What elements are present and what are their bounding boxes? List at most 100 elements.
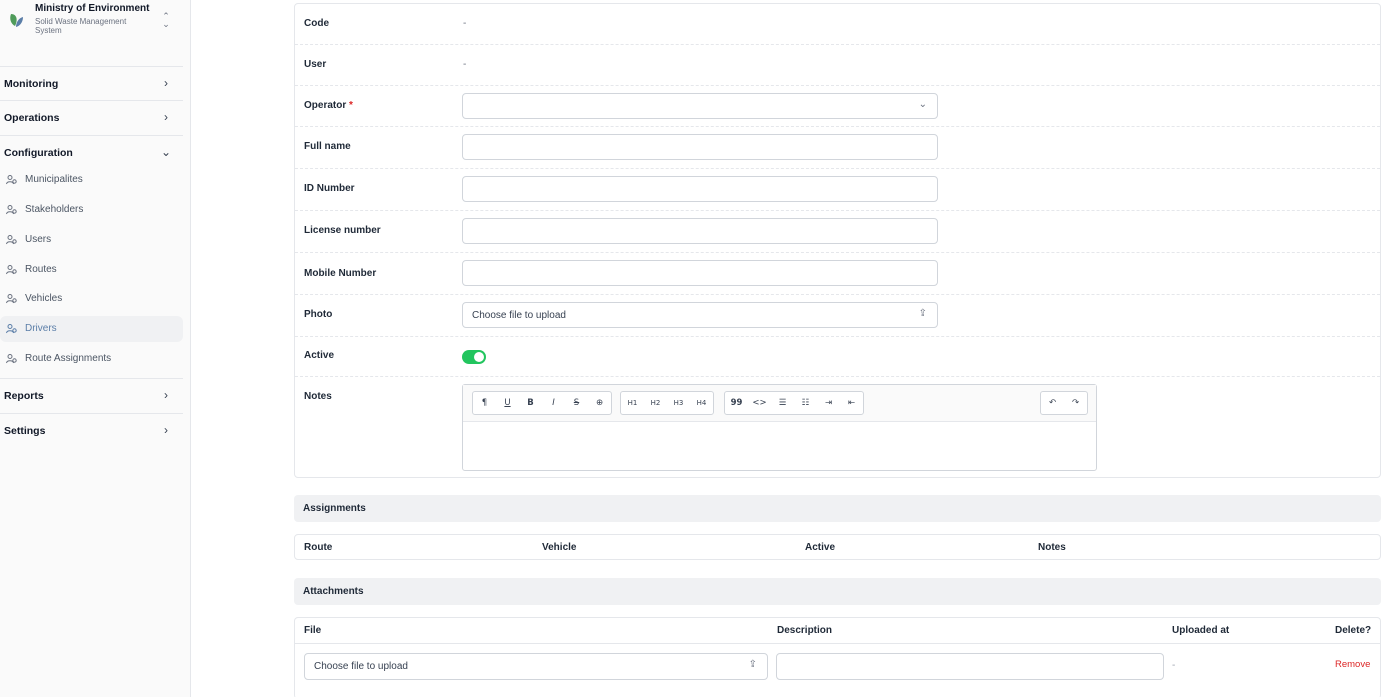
license-number-field[interactable] — [462, 218, 938, 244]
nav-group-configuration[interactable]: Configuration ⌄ — [0, 142, 183, 164]
sidebar-item-route-assignments[interactable]: Route Assignments — [0, 346, 183, 372]
attachment-description-field[interactable] — [776, 653, 1164, 680]
brand-subtitle: Solid Waste Management System — [35, 17, 127, 35]
sidebar-item-label: Users — [25, 234, 52, 245]
code-label: Code — [304, 18, 329, 29]
link-icon[interactable]: ⊕ — [588, 392, 611, 414]
active-toggle[interactable] — [462, 350, 486, 364]
code-icon[interactable]: <> — [748, 392, 771, 414]
id-number-label: ID Number — [304, 183, 355, 194]
people-icon — [6, 354, 17, 364]
assignments-header: Assignments — [294, 495, 1381, 522]
attachments-table: File Description Uploaded at Delete? Cho… — [294, 617, 1381, 697]
notes-label: Notes — [304, 391, 332, 402]
column-header-file: File — [304, 625, 322, 636]
form-row-photo: Photo Choose file to upload ⇪ — [295, 295, 1380, 337]
toggle-knob — [474, 352, 484, 362]
attachment-file-upload[interactable]: Choose file to upload ⇪ — [304, 653, 768, 680]
divider — [0, 66, 183, 67]
quote-icon[interactable]: 99 — [725, 392, 748, 414]
id-number-field[interactable] — [462, 176, 938, 202]
column-header-active: Active — [805, 542, 836, 553]
license-number-label: License number — [304, 225, 381, 236]
people-icon — [6, 265, 17, 275]
heading-3-icon[interactable]: H3 — [667, 392, 690, 414]
chevron-right-icon: › — [164, 423, 168, 437]
operator-label: Operator * — [304, 100, 353, 111]
form-row-user: User - — [295, 45, 1380, 86]
attachment-uploaded-at: - — [1172, 660, 1176, 671]
sidebar-item-routes[interactable]: Routes — [0, 257, 183, 283]
sidebar-item-label: Vehicles — [25, 293, 63, 304]
mobile-number-field[interactable] — [462, 260, 938, 286]
sidebar-item-label: Route Assignments — [25, 353, 112, 364]
toolbar-group-history: ↶ ↷ — [1040, 391, 1088, 415]
sidebar-item-vehicles[interactable]: Vehicles — [0, 286, 183, 312]
notes-editor-content[interactable] — [463, 422, 1096, 470]
operator-label-text: Operator — [304, 100, 347, 111]
column-header-notes: Notes — [1038, 542, 1066, 553]
people-icon — [6, 205, 17, 215]
brand-switcher[interactable]: Ministry of Environment Solid Waste Mana… — [0, 0, 191, 44]
people-icon — [6, 235, 17, 245]
chevron-down-icon: ⌄ — [918, 99, 927, 110]
toolbar-group-headings: H1 H2 H3 H4 — [620, 391, 714, 415]
sidebar-item-municipalites[interactable]: Municipalites — [0, 167, 183, 193]
sidebar: Ministry of Environment Solid Waste Mana… — [0, 0, 191, 697]
paragraph-icon[interactable]: ¶ — [473, 392, 496, 414]
underline-icon[interactable]: U — [496, 392, 519, 414]
strikethrough-icon[interactable]: S — [565, 392, 588, 414]
assignments-title: Assignments — [303, 503, 366, 514]
form-row-operator: Operator * ⌄ — [295, 86, 1380, 127]
full-name-field[interactable] — [462, 134, 938, 160]
heading-1-icon[interactable]: H1 — [621, 392, 644, 414]
user-value: - — [463, 59, 467, 70]
chevron-up-down-icon[interactable]: ⌃ ⌄ — [160, 12, 172, 29]
form-row-mobile-number: Mobile Number — [295, 253, 1380, 295]
operator-select[interactable]: ⌄ — [462, 93, 938, 119]
assignments-table: Route Vehicle Active Notes — [294, 534, 1381, 560]
bold-icon[interactable]: B — [519, 392, 542, 414]
bullet-list-icon[interactable]: ☰ — [771, 392, 794, 414]
heading-4-icon[interactable]: H4 — [690, 392, 713, 414]
divider — [295, 643, 1380, 644]
divider — [0, 413, 183, 414]
code-value: - — [463, 18, 467, 29]
form-row-active: Active — [295, 337, 1380, 377]
nav-group-label: Operations — [4, 112, 60, 124]
photo-upload-placeholder: Choose file to upload — [472, 310, 566, 321]
sidebar-item-drivers[interactable]: Drivers — [0, 316, 183, 342]
undo-icon[interactable]: ↶ — [1041, 392, 1064, 414]
column-header-description: Description — [777, 625, 833, 636]
sidebar-item-stakeholders[interactable]: Stakeholders — [0, 197, 183, 223]
nav-group-settings[interactable]: Settings › — [0, 420, 183, 442]
sidebar-item-label: Stakeholders — [25, 204, 84, 215]
nav-group-label: Reports — [4, 390, 44, 402]
photo-label: Photo — [304, 309, 333, 320]
photo-upload-field[interactable]: Choose file to upload ⇪ — [462, 302, 938, 328]
redo-icon[interactable]: ↷ — [1064, 392, 1087, 414]
column-header-delete: Delete? — [1335, 625, 1372, 636]
remove-attachment-link[interactable]: Remove — [1335, 659, 1370, 670]
nav-group-reports[interactable]: Reports › — [0, 385, 183, 407]
sidebar-item-label: Routes — [25, 264, 57, 275]
form-row-license-number: License number — [295, 211, 1380, 253]
attachments-header: Attachments — [294, 578, 1381, 605]
nav-group-operations[interactable]: Operations › — [0, 107, 183, 129]
divider — [0, 135, 183, 136]
outdent-icon[interactable]: ⇤ — [840, 392, 863, 414]
form-row-id-number: ID Number — [295, 169, 1380, 211]
leaf-logo-icon — [10, 14, 23, 27]
numbered-list-icon[interactable]: ☷ — [794, 392, 817, 414]
sidebar-item-label: Drivers — [25, 323, 57, 334]
heading-2-icon[interactable]: H2 — [644, 392, 667, 414]
column-header-vehicle: Vehicle — [542, 542, 577, 553]
italic-icon[interactable]: I — [542, 392, 565, 414]
sidebar-item-users[interactable]: Users — [0, 227, 183, 253]
indent-icon[interactable]: ⇥ — [817, 392, 840, 414]
nav-group-monitoring[interactable]: Monitoring › — [0, 73, 183, 95]
chevron-right-icon: › — [164, 76, 168, 90]
notes-editor: ¶ U B I S ⊕ H1 H2 H3 H4 99 <> ☰ ☷ ⇥ ⇤ ↶ … — [462, 384, 1097, 471]
sidebar-item-label: Municipalites — [25, 174, 83, 185]
nav-group-label: Configuration — [4, 147, 73, 159]
